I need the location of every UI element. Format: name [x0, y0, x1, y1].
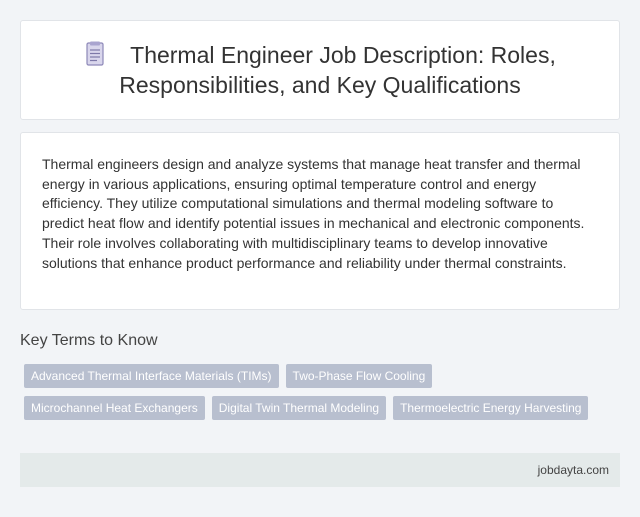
document-icon [86, 41, 104, 66]
tag-digital-twin-thermal-modeling[interactable]: Digital Twin Thermal Modeling [211, 396, 387, 420]
tag-thermoelectric-energy-harvesting[interactable]: Thermoelectric Energy Harvesting [393, 396, 589, 420]
footer-site-link[interactable]: jobdayta.com [538, 463, 609, 477]
description-text: Thermal engineers design and analyze sys… [42, 156, 585, 271]
tag-two-phase-flow-cooling[interactable]: Two-Phase Flow Cooling [285, 364, 433, 388]
tag-microchannel-heat-exchangers[interactable]: Microchannel Heat Exchangers [24, 396, 205, 420]
footer: jobdayta.com [20, 453, 620, 487]
page-title-text: Thermal Engineer Job Description: Roles,… [119, 42, 556, 98]
page-title: Thermal Engineer Job Description: Roles,… [40, 40, 600, 100]
tag-row: Microchannel Heat Exchangers Digital Twi… [24, 396, 620, 420]
description-card: Thermal engineers design and analyze sys… [20, 132, 620, 310]
key-terms-tags: Advanced Thermal Interface Materials (TI… [24, 364, 620, 428]
key-terms-heading: Key Terms to Know [20, 332, 158, 349]
tag-advanced-thermal-interface-materials[interactable]: Advanced Thermal Interface Materials (TI… [24, 364, 279, 388]
tag-row: Advanced Thermal Interface Materials (TI… [24, 364, 620, 388]
title-card: Thermal Engineer Job Description: Roles,… [20, 20, 620, 120]
